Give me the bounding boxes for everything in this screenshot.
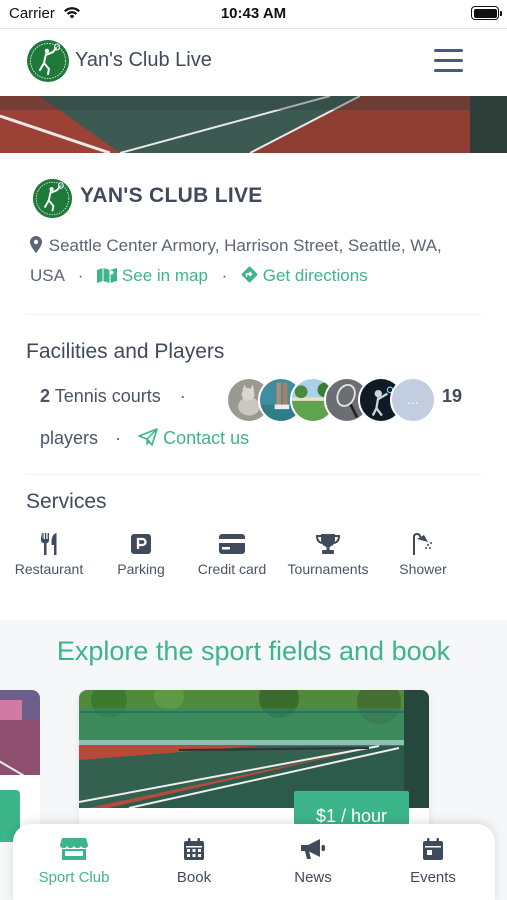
clock: 10:43 AM xyxy=(220,5,287,22)
service-tournaments: Tournaments xyxy=(278,532,378,577)
utensils-icon xyxy=(41,533,57,555)
get-directions-link[interactable]: Get directions xyxy=(241,266,368,285)
see-in-map-link[interactable]: See in map xyxy=(97,266,212,285)
credit-card-icon xyxy=(219,534,245,554)
facilities-title: Facilities and Players xyxy=(26,340,225,363)
club-address: Seattle Center Armory, Harrison Street, … xyxy=(30,236,442,256)
menu-button[interactable] xyxy=(434,49,463,72)
tab-sport-club[interactable]: Sport Club xyxy=(14,836,134,886)
tab-news[interactable]: News xyxy=(253,836,373,886)
more-players-avatar[interactable]: ... xyxy=(390,377,436,423)
directions-icon xyxy=(241,266,258,283)
menu-icon xyxy=(434,49,463,52)
megaphone-icon xyxy=(301,839,325,859)
divider xyxy=(26,314,481,315)
players-count: 19 xyxy=(442,386,463,406)
player-avatars[interactable]: ... xyxy=(226,377,441,423)
status-bar: Carrier 10:43 AM xyxy=(0,0,507,28)
explore-title: Explore the sport fields and book xyxy=(56,636,451,666)
club-logo-small xyxy=(32,178,73,219)
service-restaurant: Restaurant xyxy=(0,532,99,577)
map-icon xyxy=(97,268,118,283)
shower-icon xyxy=(413,533,432,555)
calendar-icon xyxy=(184,838,204,860)
field-card-next[interactable] xyxy=(460,690,507,840)
bottom-tab-bar: Sport Club Book News Events xyxy=(13,824,495,900)
players-label: players xyxy=(40,428,99,448)
contact-us-link[interactable]: Contact us xyxy=(138,428,249,448)
store-icon xyxy=(60,838,88,860)
trophy-icon xyxy=(315,534,341,554)
app-title: Yan's Club Live xyxy=(75,49,212,71)
courts-info: 2 Tennis courts · xyxy=(40,386,186,406)
courts-count: 2 xyxy=(40,386,51,406)
service-credit-card: Credit card xyxy=(182,532,282,577)
courts-label: Tennis courts xyxy=(54,386,161,406)
club-cover-image xyxy=(0,96,507,153)
address-line-2: USA xyxy=(30,266,65,285)
calendar-event-icon xyxy=(423,838,443,860)
services-title: Services xyxy=(26,490,107,513)
parking-icon xyxy=(131,534,151,554)
service-shower: Shower xyxy=(373,532,473,577)
app-header: Yan's Club Live xyxy=(0,28,507,96)
battery-icon xyxy=(471,6,502,20)
club-name: YAN'S CLUB LIVE xyxy=(80,184,263,207)
club-logo[interactable] xyxy=(26,39,70,83)
address-line-1: Seattle Center Armory, Harrison Street, … xyxy=(48,236,442,255)
divider xyxy=(26,474,481,475)
send-icon xyxy=(138,428,158,446)
tab-events[interactable]: Events xyxy=(373,836,493,886)
map-pin-icon xyxy=(30,236,42,253)
tab-book[interactable]: Book xyxy=(134,836,254,886)
service-parking: Parking xyxy=(91,532,191,577)
